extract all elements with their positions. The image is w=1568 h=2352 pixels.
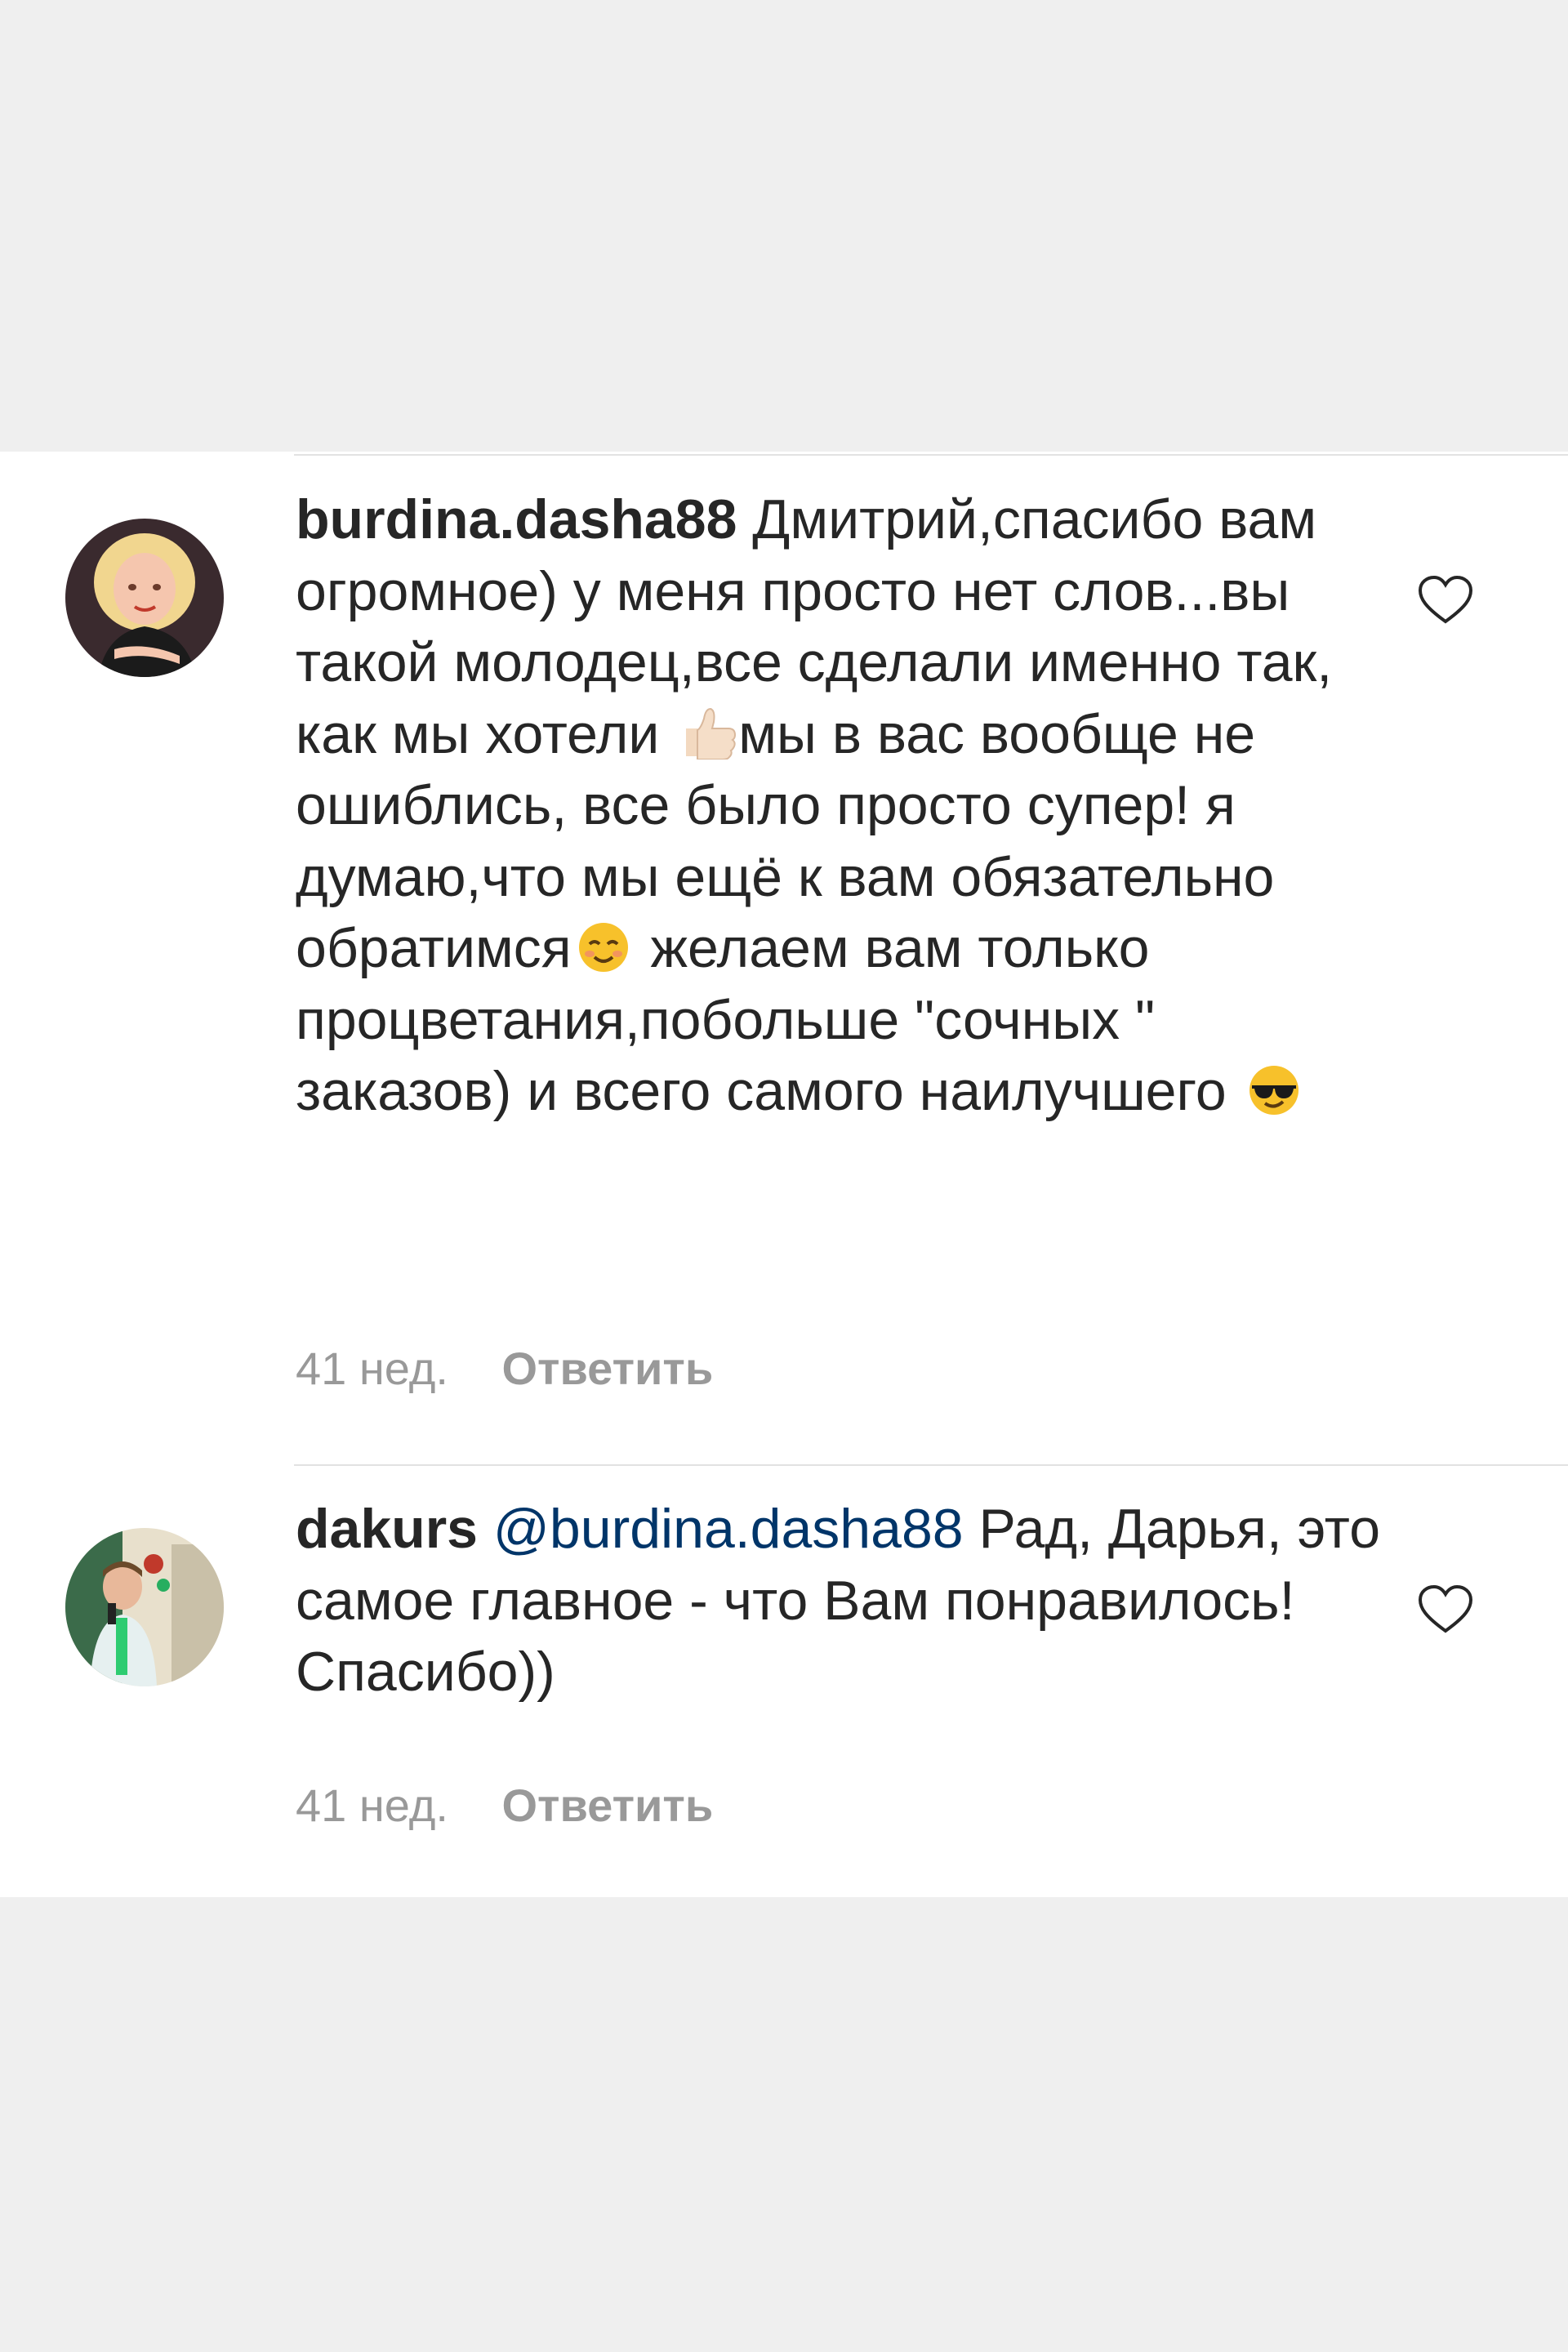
comment-text: burdina.dasha88 Дмитрий,спасибо вам огро… xyxy=(296,484,1382,1128)
reply-button[interactable]: Ответить xyxy=(501,1343,713,1394)
comment-username[interactable]: burdina.dasha88 xyxy=(296,488,737,550)
top-background xyxy=(0,0,1568,452)
comment-meta: 41 нед. Ответить xyxy=(296,1781,713,1830)
user-avatar-man-icon xyxy=(65,1528,224,1686)
like-heart-icon[interactable] xyxy=(1417,1584,1474,1636)
divider-top xyxy=(294,454,1568,456)
comment-time: 41 нед. xyxy=(296,1780,448,1831)
like-heart-icon[interactable] xyxy=(1417,574,1474,626)
reply-button[interactable]: Ответить xyxy=(501,1780,713,1831)
comment-time: 41 нед. xyxy=(296,1343,448,1394)
avatar[interactable] xyxy=(65,519,224,677)
thumbs-up-emoji-icon xyxy=(686,707,737,760)
mention-link[interactable]: @burdina.dasha88 xyxy=(493,1498,964,1560)
comment-text: dakurs @burdina.dasha88 Рад, Дарья, это … xyxy=(296,1494,1382,1708)
divider-middle xyxy=(294,1464,1568,1466)
smiling-face-emoji-icon xyxy=(578,923,628,972)
comments-panel: burdina.dasha88 Дмитрий,спасибо вам огро… xyxy=(0,452,1568,1897)
user-avatar-woman-icon xyxy=(65,519,224,677)
comment-username[interactable]: dakurs xyxy=(296,1498,478,1560)
bottom-background xyxy=(0,1897,1568,2352)
sunglasses-face-emoji-icon xyxy=(1249,1066,1298,1115)
comment-meta: 41 нед. Ответить xyxy=(296,1344,713,1393)
avatar[interactable] xyxy=(65,1528,224,1686)
